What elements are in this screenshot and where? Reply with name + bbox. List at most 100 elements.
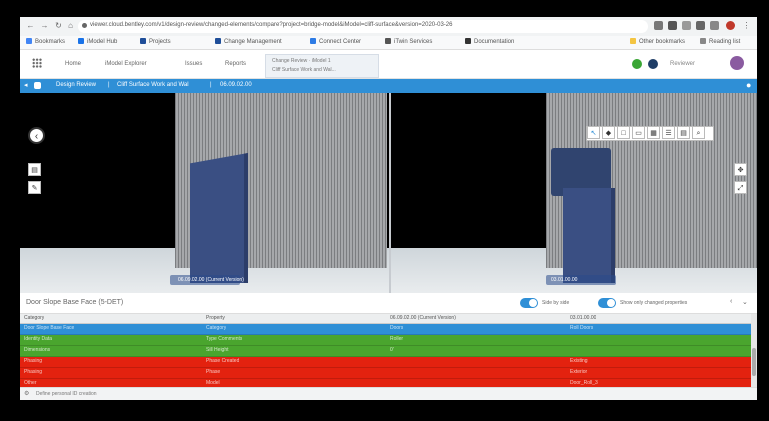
table-row[interactable]: Dimensions Sill Height 0' — [20, 346, 751, 357]
table-row[interactable]: Identity Data Type Comments Roller — [20, 335, 751, 346]
bookmark-item[interactable]: Change Management — [215, 38, 282, 47]
search-icon[interactable]: ⌕ — [692, 126, 705, 139]
column-header[interactable]: Category — [24, 315, 44, 321]
user-name[interactable]: Reviewer — [670, 61, 695, 67]
table-cell: Phasing — [24, 358, 43, 364]
help-icon[interactable] — [648, 59, 658, 69]
back-circle-button[interactable]: ‹ — [28, 127, 45, 144]
browser-window: ← → ↻ ⌂ viewer.cloud.bentley.com/v1/desi… — [20, 17, 757, 400]
side-by-side-label: Side by side — [542, 300, 570, 306]
side-by-side-toggle[interactable] — [520, 298, 538, 308]
footer-text: Define personal ID creation — [36, 391, 97, 397]
breadcrumb-design-review[interactable]: Design Review — [56, 82, 96, 88]
collapse-icon[interactable]: ◂ — [24, 81, 28, 89]
breadcrumb-separator: | — [210, 82, 212, 88]
door-element[interactable] — [563, 188, 615, 283]
table-row[interactable]: Phasing Phase Exterior — [20, 368, 751, 379]
reload-icon[interactable]: ↻ — [54, 21, 63, 30]
avatar[interactable] — [730, 56, 744, 70]
table-cell: 0' — [390, 347, 394, 353]
bookmark-item[interactable]: Projects — [140, 38, 171, 47]
column-header[interactable]: 03.01.00.00 — [570, 315, 596, 321]
pencil-icon[interactable]: ✎ — [28, 181, 41, 194]
layers-icon[interactable]: ☰ — [662, 126, 675, 139]
table-header: Category Property 06.09.02.00 (Current V… — [20, 314, 751, 324]
select-icon[interactable]: ↖ — [587, 126, 600, 139]
table-cell: Phase Created — [206, 358, 240, 364]
extension-icon[interactable] — [682, 21, 691, 30]
table-cell: Phasing — [24, 369, 43, 375]
table-cell: Door Slope Base Face — [24, 325, 75, 331]
clip-icon[interactable]: ▭ — [632, 126, 645, 139]
tab-home[interactable]: Home — [65, 61, 81, 67]
grid-icon[interactable]: ▦ — [647, 126, 660, 139]
app-launcher-icon[interactable] — [32, 58, 42, 68]
view-toolbar: ↖ ◆ □ ▭ ▦ ☰ ▤ ⌕ — [586, 126, 714, 141]
breadcrumb-model[interactable]: Cliff Surface Work and Wal — [117, 82, 189, 88]
status-footer: ⚙ Define personal ID creation — [20, 387, 757, 400]
pan-icon[interactable]: ✥ — [734, 163, 747, 176]
properties-header: Door Slope Base Face (5-DET) Side by sid… — [20, 293, 757, 314]
browser-toolbar: ← → ↻ ⌂ viewer.cloud.bentley.com/v1/desi… — [20, 17, 757, 36]
extension-icon[interactable] — [668, 21, 677, 30]
table-cell: Roll Doors — [570, 325, 594, 331]
tab-imodel-explorer[interactable]: iModel Explorer — [105, 61, 147, 67]
changed-only-label: Show only changed properties — [620, 300, 688, 306]
table-cell: Phase — [206, 369, 221, 375]
profile-icon[interactable] — [726, 21, 735, 30]
table-cell: Sill Height — [206, 347, 229, 353]
table-cell: Type Comments — [206, 336, 243, 342]
app-header: Home iModel Explorer Issues Reports Chan… — [20, 50, 757, 79]
bookmark-item[interactable]: Bookmarks — [26, 38, 65, 47]
door-element[interactable] — [190, 153, 248, 283]
layers-icon[interactable]: ▤ — [677, 126, 690, 139]
box-icon[interactable]: □ — [617, 126, 630, 139]
column-header[interactable]: 06.09.02.00 (Current Version) — [390, 315, 456, 321]
measure-icon[interactable]: ▤ — [28, 163, 41, 176]
table-row[interactable]: Phasing Phase Created Existing — [20, 357, 751, 368]
element-title: Door Slope Base Face (5-DET) — [26, 299, 124, 306]
info-icon[interactable]: ● — [746, 80, 751, 90]
table-cell: Doors — [390, 325, 404, 331]
notification-icon[interactable] — [632, 59, 642, 69]
column-header[interactable]: Property — [206, 315, 225, 321]
bookmark-item[interactable]: iTwin Services — [385, 38, 432, 47]
table-row[interactable]: Door Slope Base Face Category Doors Roll Do… — [20, 324, 751, 335]
bookmark-item[interactable]: Other bookmarks — [630, 38, 685, 47]
url-bar[interactable]: viewer.cloud.bentley.com/v1/design-revie… — [78, 20, 648, 33]
tab-active-review[interactable]: Change Review · iModel 1 Cliff Surface W… — [265, 54, 379, 78]
changed-only-toggle[interactable] — [598, 298, 616, 308]
tab-issues[interactable]: Issues — [185, 61, 202, 67]
table-cell: Model — [206, 380, 220, 386]
viewport[interactable]: 06.09.02.00 (Current Version) ‹ ▤ ✎ 03.0… — [20, 93, 757, 293]
bookmark-item[interactable]: Reading list — [700, 38, 740, 47]
tab-reports[interactable]: Reports — [225, 61, 246, 67]
menu-icon[interactable]: ⋮ — [742, 21, 751, 30]
table-cell: Category — [206, 325, 227, 331]
table-cell: Roller — [390, 336, 404, 342]
settings-icon[interactable]: ⚙ — [24, 390, 29, 397]
table-cell: Exterior — [570, 369, 588, 375]
section-icon[interactable]: ◆ — [602, 126, 615, 139]
viewport-right-pane[interactable]: 03.01.00.00 ✥ ⤢ — [391, 93, 757, 293]
breadcrumb-version[interactable]: 06.09.02.00 — [220, 82, 252, 88]
home-icon[interactable]: ⌂ — [66, 21, 75, 30]
table-scrollbar[interactable] — [751, 314, 757, 394]
extension-icon[interactable] — [696, 21, 705, 30]
back-icon[interactable]: ← — [26, 21, 35, 30]
bookmark-item[interactable]: Documentation — [465, 38, 514, 47]
table-cell: Other — [24, 380, 37, 386]
fit-view-icon[interactable]: ⤢ — [734, 181, 747, 194]
chevron-down-icon[interactable]: ⌄ — [742, 298, 748, 306]
forward-icon[interactable]: → — [40, 21, 49, 30]
extension-icon[interactable] — [710, 21, 719, 30]
table-cell: Existing — [570, 358, 588, 364]
chevron-left-icon[interactable]: ‹ — [730, 298, 732, 305]
bookmark-item[interactable]: iModel Hub — [78, 38, 117, 47]
table-cell: Dimensions — [24, 347, 51, 353]
star-icon[interactable] — [654, 21, 663, 30]
bookmark-item[interactable]: Connect Center — [310, 38, 361, 47]
viewport-left-pane[interactable]: 06.09.02.00 (Current Version) ‹ ▤ ✎ — [20, 93, 389, 293]
right-version-label: 03.01.00.00 — [551, 277, 578, 283]
scrollbar-thumb[interactable] — [752, 348, 756, 376]
